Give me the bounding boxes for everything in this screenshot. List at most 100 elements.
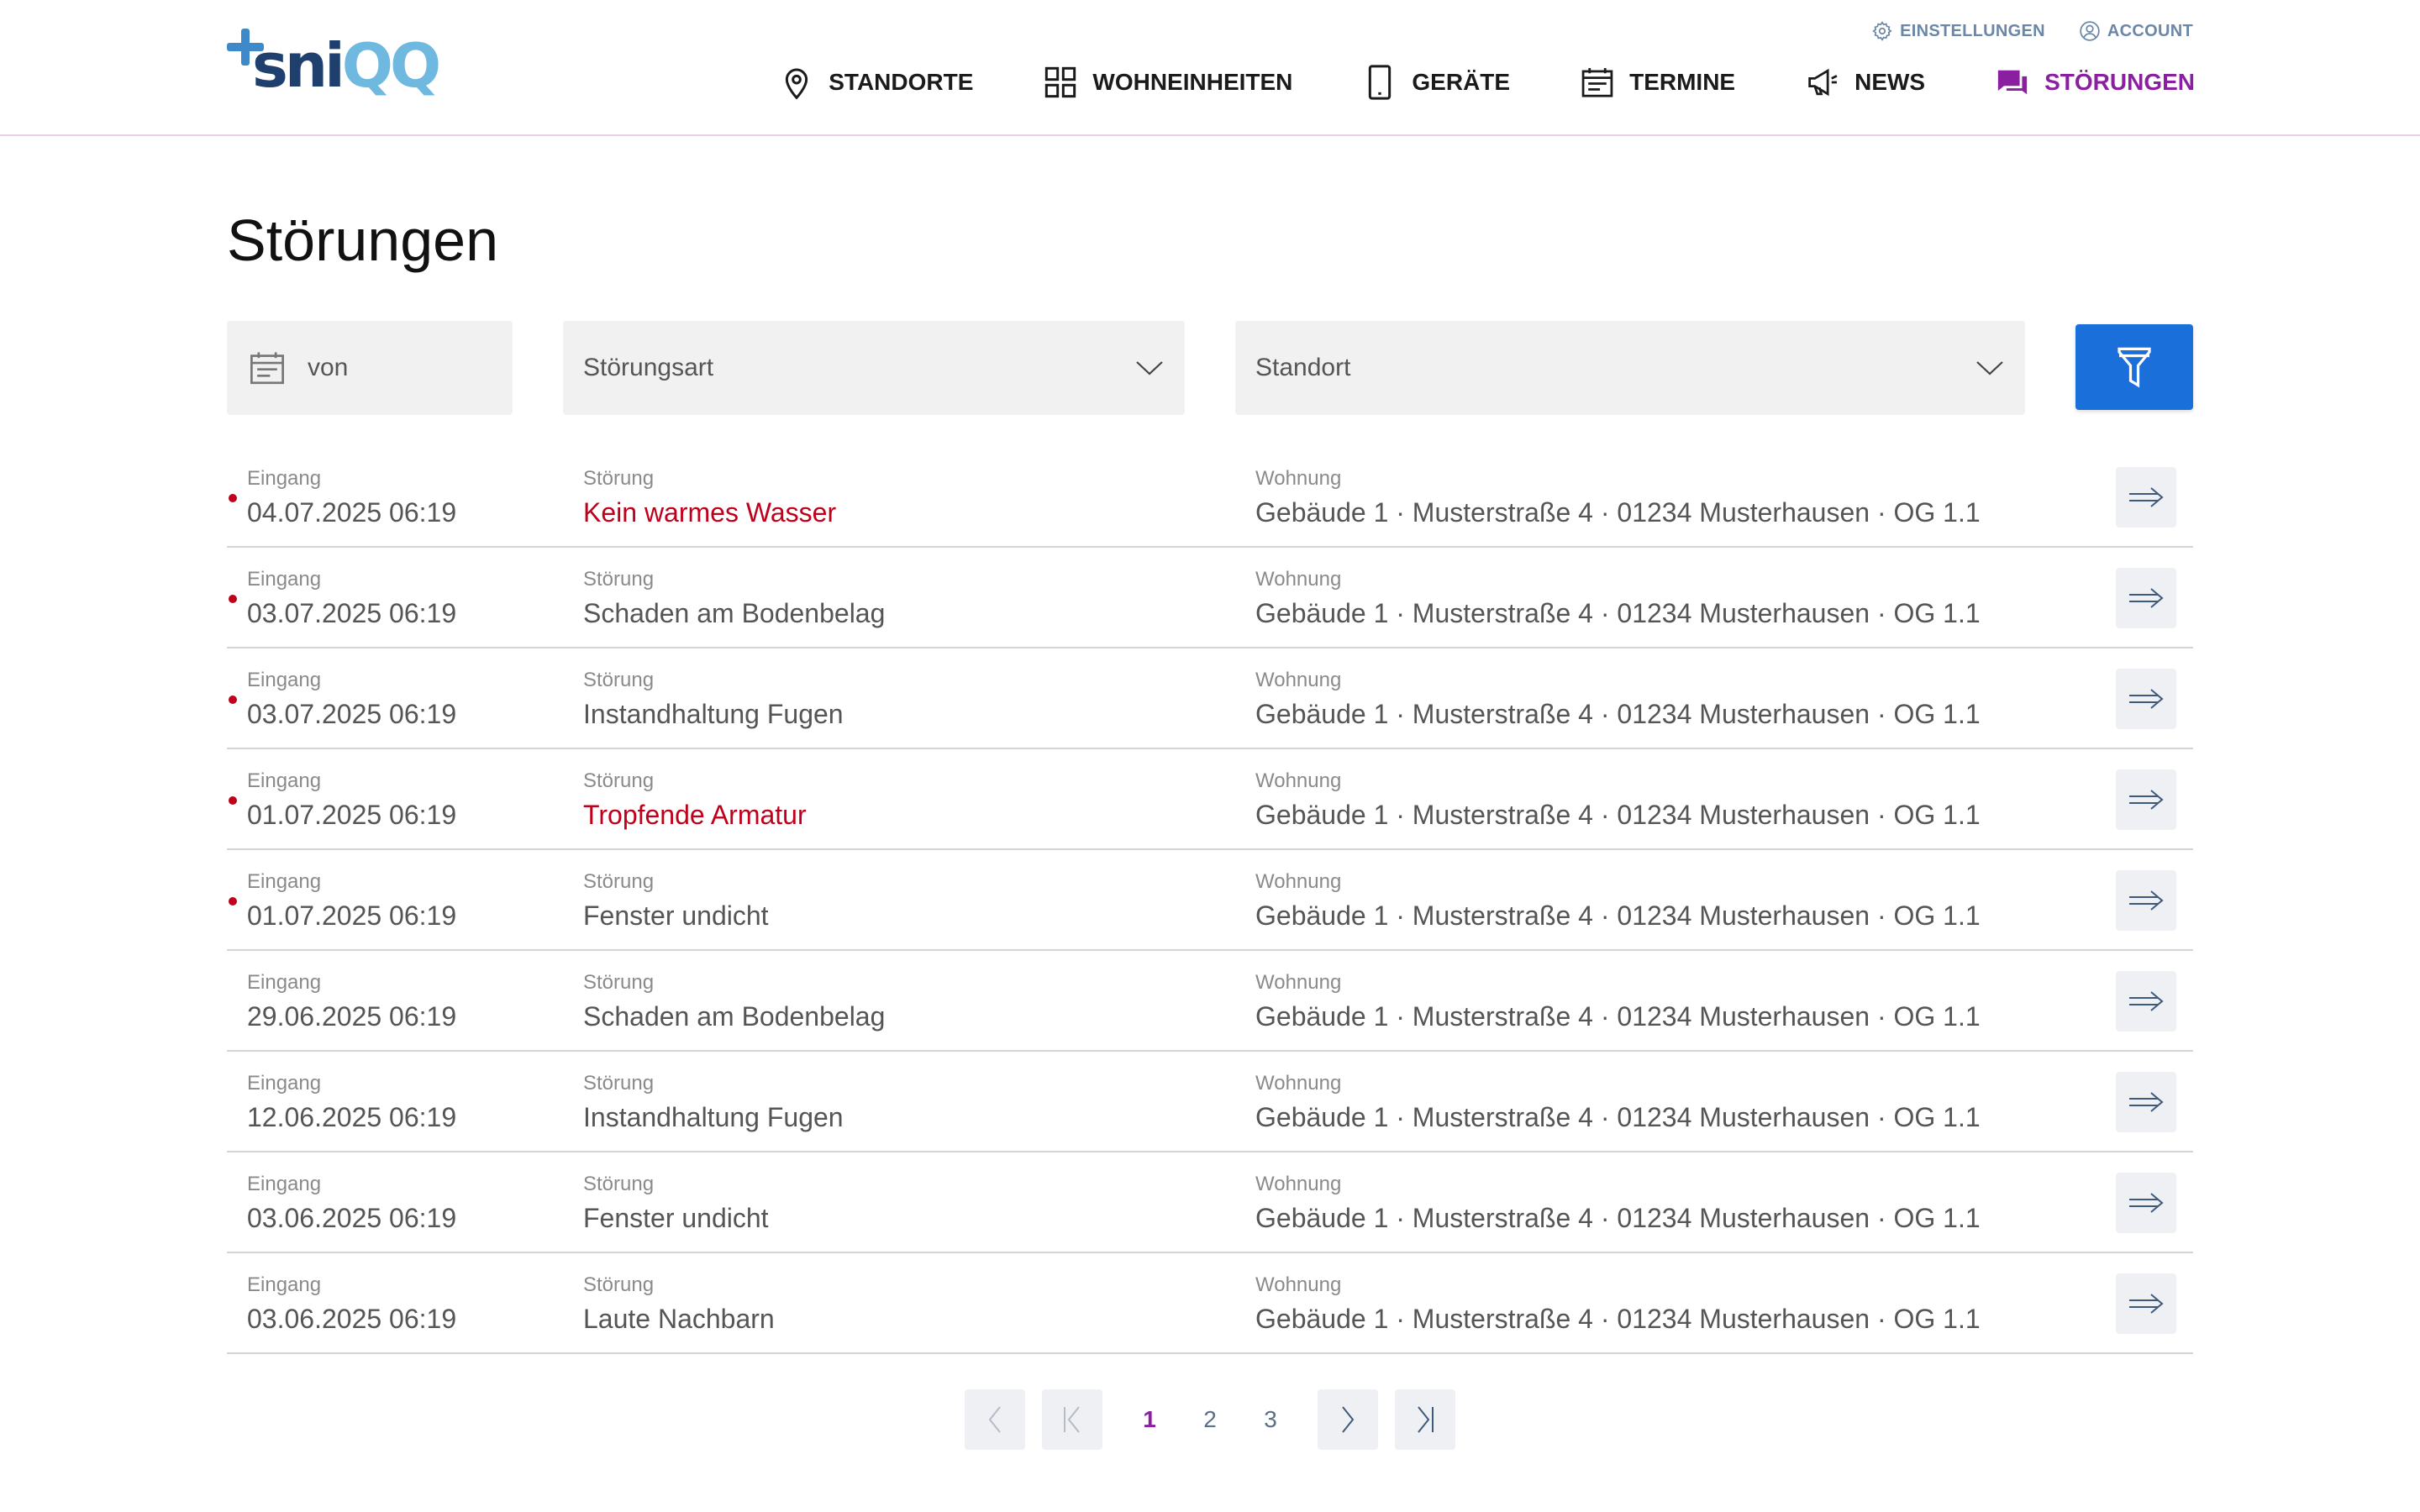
entry-label: Eingang [247, 769, 322, 792]
arrow-right-icon [2129, 1294, 2164, 1314]
issue-label: Störung [583, 1072, 655, 1095]
entry-cell: Eingang 12.06.2025 06:19 [247, 1072, 456, 1133]
unread-indicator [229, 494, 237, 502]
unread-indicator [229, 796, 237, 805]
settings-link[interactable]: EINSTELLUNGEN [1871, 20, 2045, 42]
calendar-icon [250, 352, 284, 385]
open-issue-button[interactable] [2116, 870, 2176, 931]
pagination: 123 [965, 1389, 1455, 1450]
table-row[interactable]: Eingang 03.07.2025 06:19 Störung Schaden am… [227, 548, 2193, 648]
nav-item-news[interactable]: NEWS [1806, 64, 1925, 101]
entry-cell: Eingang 03.07.2025 06:19 [247, 669, 456, 730]
arrow-right-icon [2129, 487, 2164, 507]
open-issue-button[interactable] [2116, 1072, 2176, 1132]
page-numbers: 123 [1119, 1389, 1301, 1450]
gear-icon [1872, 21, 1892, 41]
entry-cell: Eingang 29.06.2025 06:19 [247, 971, 456, 1032]
issue-type-select[interactable]: Störungsart [563, 321, 1185, 415]
apartment-label: Wohnung [1255, 1173, 1342, 1195]
table-row[interactable]: Eingang 01.07.2025 06:19 Störung Fenster un… [227, 850, 2193, 951]
nav-item-stoerungen[interactable]: STÖRUNGEN [1996, 64, 2195, 101]
apartment-label: Wohnung [1255, 769, 1342, 792]
entry-label: Eingang [247, 1273, 322, 1296]
apartment-address: Gebäude 1 · Musterstraße 4 · 01234 Muste… [1255, 1000, 1981, 1032]
open-issue-button[interactable] [2116, 467, 2176, 528]
logo-wordmark: sniQQ [252, 30, 441, 101]
unread-indicator [229, 595, 237, 603]
table-row[interactable]: Eingang 04.07.2025 06:19 Störung Kein warme… [227, 447, 2193, 548]
megaphone-icon [1808, 68, 1838, 97]
open-issue-button[interactable] [2116, 669, 2176, 729]
table-row[interactable]: Eingang 03.06.2025 06:19 Störung Laute Nach… [227, 1253, 2193, 1354]
page-number-3[interactable]: 3 [1240, 1389, 1301, 1450]
entry-label: Eingang [247, 467, 322, 490]
open-issue-button[interactable] [2116, 1173, 2176, 1233]
apartment-cell: Wohnung Gebäude 1 · Musterstraße 4 · 0123… [1255, 870, 1981, 932]
chevron-down-icon [1136, 361, 1163, 375]
date-from-placeholder: von [308, 354, 349, 381]
apply-filter-button[interactable] [2075, 324, 2193, 410]
entry-cell: Eingang 01.07.2025 06:19 [247, 870, 456, 932]
apartment-address: Gebäude 1 · Musterstraße 4 · 01234 Muste… [1255, 900, 1981, 931]
entry-label: Eingang [247, 669, 322, 691]
apartment-label: Wohnung [1255, 1072, 1342, 1095]
issue-label: Störung [583, 1273, 655, 1296]
open-issue-button[interactable] [2116, 769, 2176, 830]
issue-title: Instandhaltung Fugen [583, 698, 844, 729]
entry-date: 03.06.2025 06:19 [247, 1202, 457, 1233]
first-page-icon [1064, 1406, 1080, 1433]
apartment-cell: Wohnung Gebäude 1 · Musterstraße 4 · 0123… [1255, 971, 1981, 1032]
issue-cell: Störung Fenster undicht [583, 870, 769, 932]
issue-cell: Störung Laute Nachbarn [583, 1273, 775, 1335]
arrow-right-icon [2129, 890, 2164, 911]
issue-label: Störung [583, 870, 655, 893]
apartment-address: Gebäude 1 · Musterstraße 4 · 01234 Muste… [1255, 1303, 1981, 1334]
arrow-right-icon [2129, 1193, 2164, 1213]
apartment-label: Wohnung [1255, 1273, 1342, 1296]
table-row[interactable]: Eingang 03.07.2025 06:19 Störung Instandhal… [227, 648, 2193, 749]
page-number-1[interactable]: 1 [1119, 1389, 1180, 1450]
issue-cell: Störung Instandhaltung Fugen [583, 669, 844, 730]
location-placeholder: Standort [1255, 354, 1351, 381]
nav-item-wohneinheiten[interactable]: WOHNEINHEITEN [1044, 64, 1292, 101]
sniqq-logo[interactable]: sniQQ [225, 27, 441, 108]
entry-date: 03.07.2025 06:19 [247, 698, 457, 729]
nav-item-standorte[interactable]: STANDORTE [780, 64, 973, 101]
date-from-field[interactable]: von [227, 321, 513, 415]
apartment-address: Gebäude 1 · Musterstraße 4 · 01234 Muste… [1255, 496, 1981, 528]
issue-cell: Störung Tropfende Armatur [583, 769, 807, 831]
open-issue-button[interactable] [2116, 971, 2176, 1032]
entry-date: 03.07.2025 06:19 [247, 597, 457, 628]
table-row[interactable]: Eingang 03.06.2025 06:19 Störung Fenster un… [227, 1152, 2193, 1253]
entry-cell: Eingang 04.07.2025 06:19 [247, 467, 456, 528]
nav-item-termine[interactable]: TERMINE [1581, 64, 1735, 101]
page-number-2[interactable]: 2 [1180, 1389, 1240, 1450]
unread-indicator [229, 696, 237, 704]
apartment-cell: Wohnung Gebäude 1 · Musterstraße 4 · 0123… [1255, 1072, 1981, 1133]
account-link[interactable]: ACCOUNT [2079, 20, 2193, 42]
table-row[interactable]: Eingang 01.07.2025 06:19 Störung Tropfende … [227, 749, 2193, 850]
apartment-cell: Wohnung Gebäude 1 · Musterstraße 4 · 0123… [1255, 1273, 1981, 1335]
issue-label: Störung [583, 467, 655, 490]
issue-cell: Störung Fenster undicht [583, 1173, 769, 1234]
location-select[interactable]: Standort [1235, 321, 2025, 415]
open-issue-button[interactable] [2116, 1273, 2176, 1334]
apartment-address: Gebäude 1 · Musterstraße 4 · 01234 Muste… [1255, 698, 1981, 729]
last-page-button[interactable] [1395, 1389, 1455, 1450]
first-page-button[interactable] [1042, 1389, 1102, 1450]
table-row[interactable]: Eingang 12.06.2025 06:19 Störung Instandhal… [227, 1052, 2193, 1152]
entry-cell: Eingang 03.06.2025 06:19 [247, 1173, 456, 1234]
user-icon [2080, 21, 2100, 41]
issue-title: Kein warmes Wasser [583, 496, 837, 528]
entry-cell: Eingang 03.07.2025 06:19 [247, 568, 456, 629]
open-issue-button[interactable] [2116, 568, 2176, 628]
table-row[interactable]: Eingang 29.06.2025 06:19 Störung Schaden am… [227, 951, 2193, 1052]
app-header: sniQQ EINSTELLUNGEN ACCOUNT STANDORTE WO… [0, 0, 2420, 136]
prev-page-button[interactable] [965, 1389, 1025, 1450]
chevron-left-icon [988, 1406, 1001, 1433]
nav-item-geraete[interactable]: GERÄTE [1363, 64, 1510, 101]
apartment-label: Wohnung [1255, 870, 1342, 893]
apartment-label: Wohnung [1255, 568, 1342, 591]
next-page-button[interactable] [1318, 1389, 1378, 1450]
issue-title: Fenster undicht [583, 900, 769, 931]
